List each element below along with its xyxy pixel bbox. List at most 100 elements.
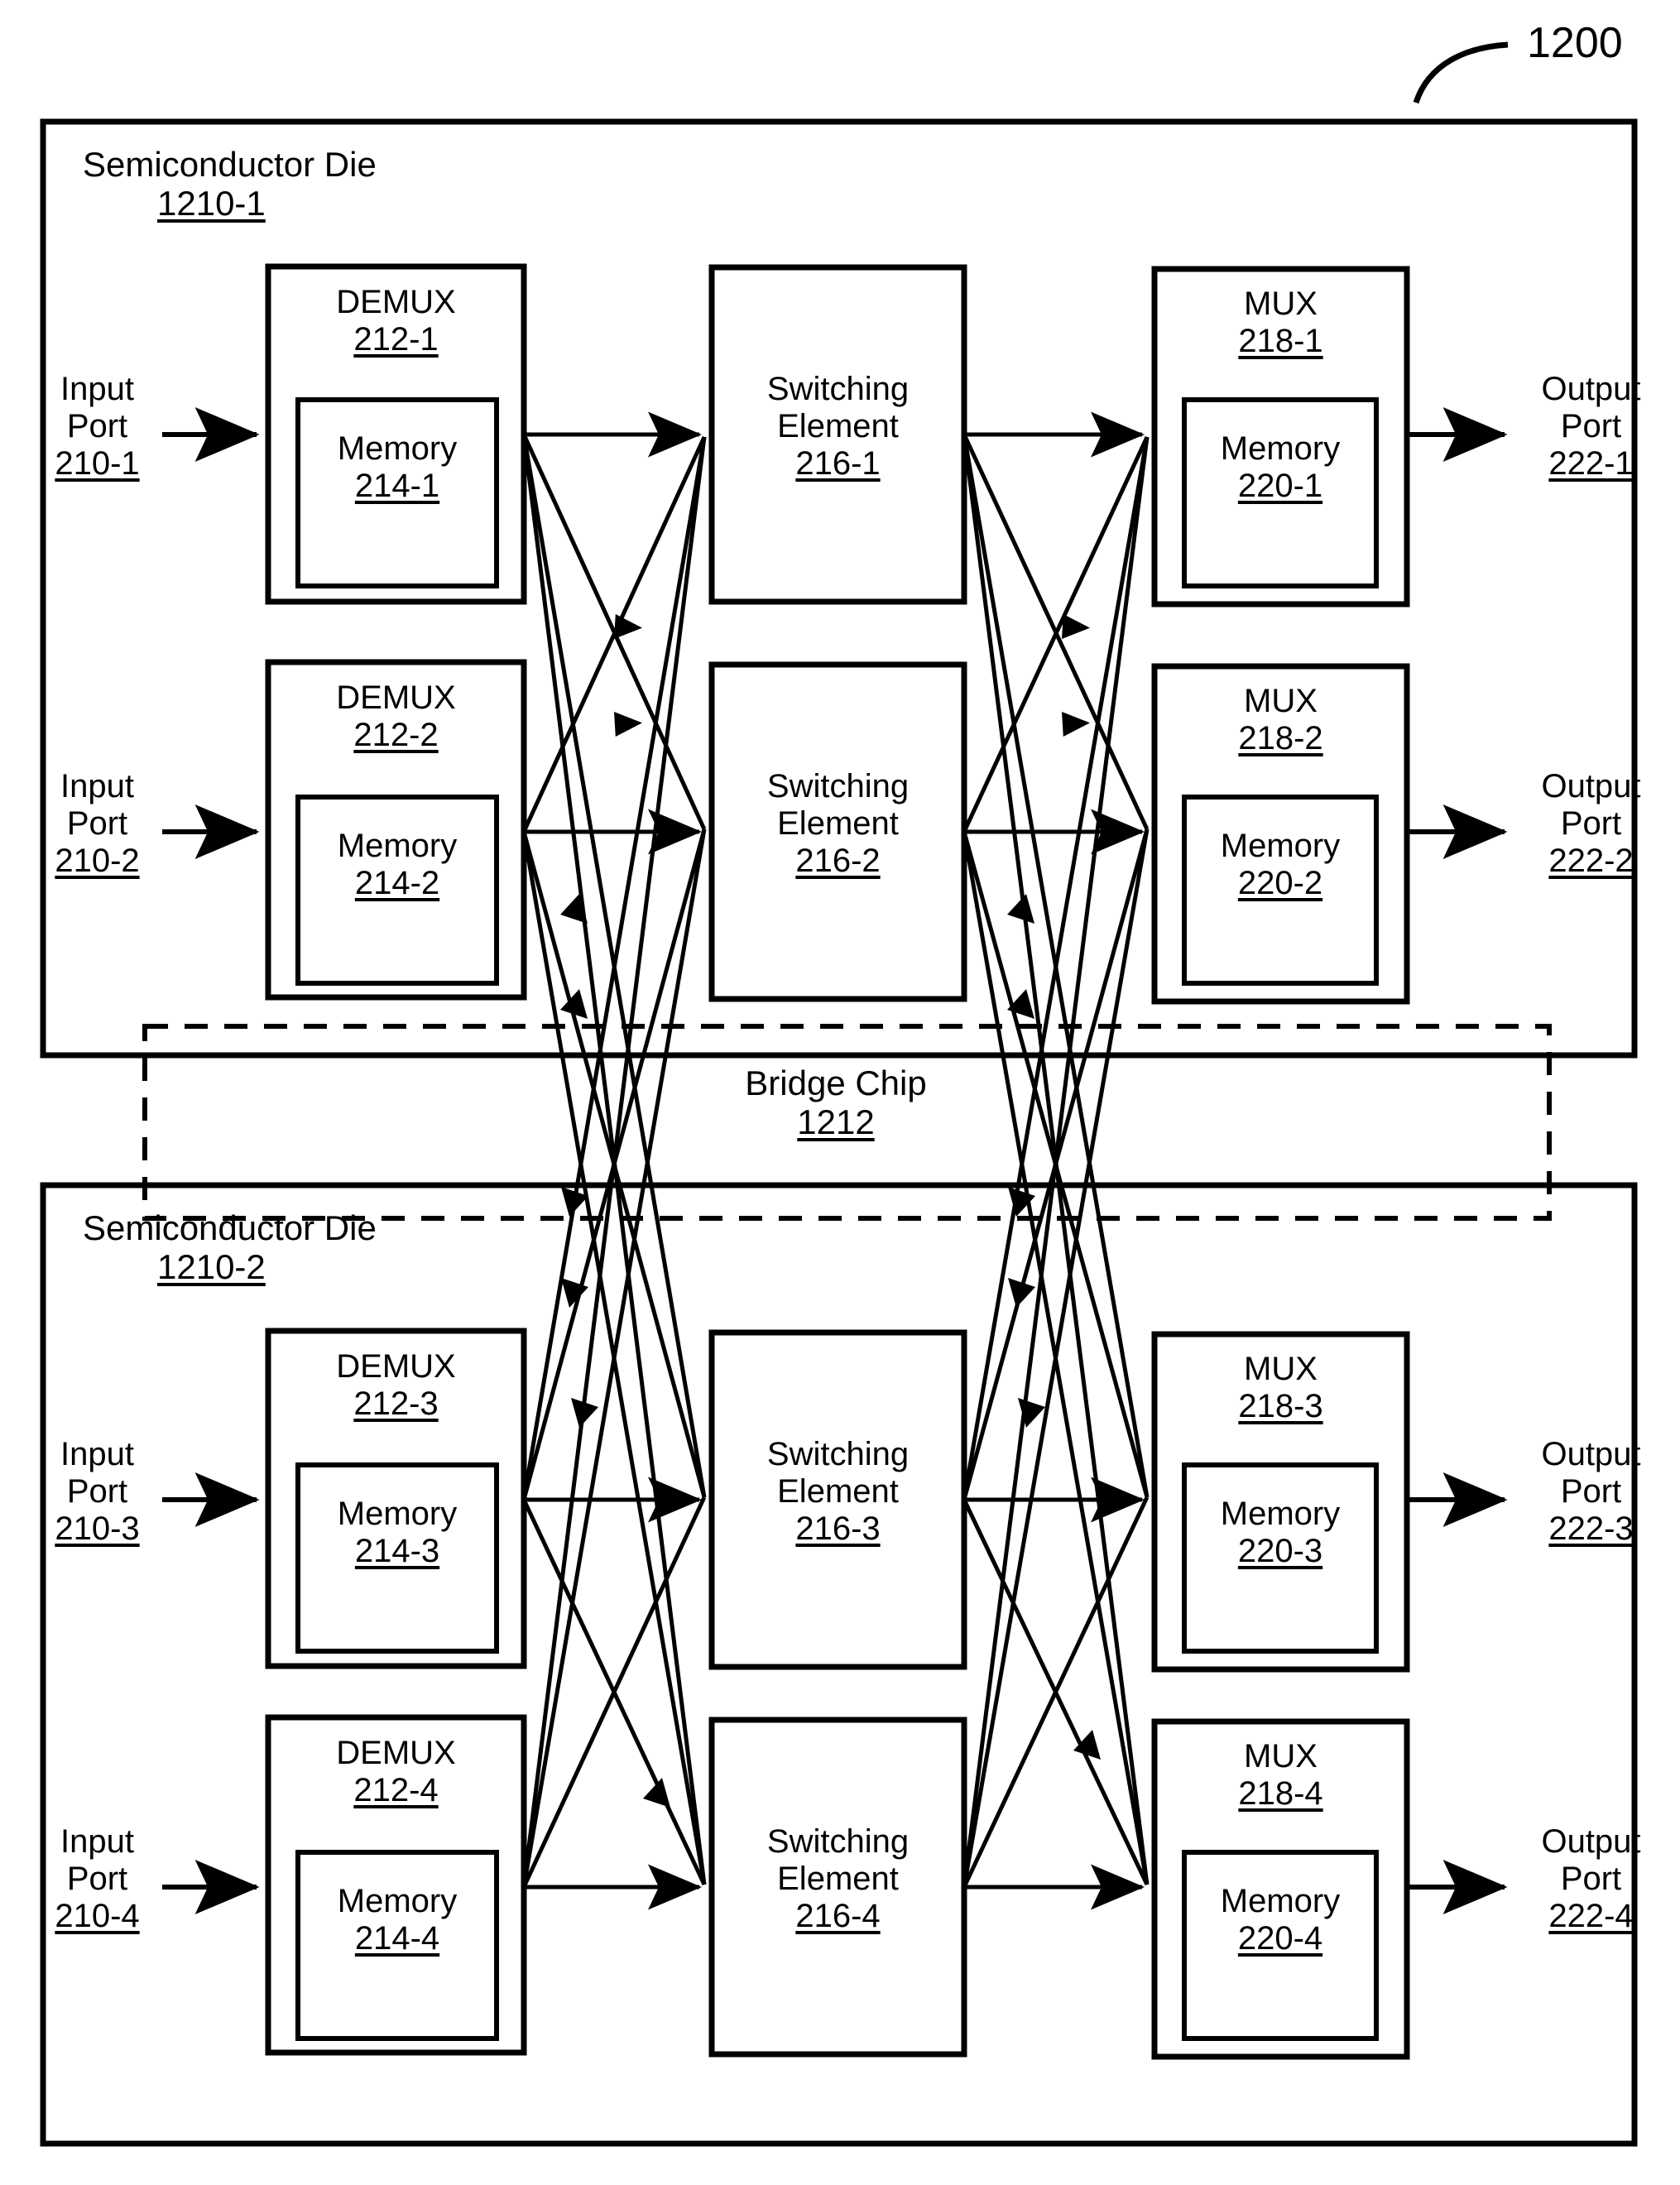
output-port-3-line1: Output (1541, 1436, 1641, 1472)
die-1-ref: 1210-1 (157, 184, 266, 223)
patent-figure-page: 1200 Semiconductor Die 1210-1 Semiconduc… (0, 0, 1680, 2185)
switching-element-1-ref: 216-1 (795, 444, 881, 482)
mux-memory-3: Memory 220-3 (1184, 1496, 1376, 1570)
switching-element-1-line1: Switching (766, 371, 910, 407)
mux-memory-1: Memory 220-1 (1184, 430, 1376, 505)
input-port-4: Input Port 210-4 (29, 1823, 166, 1934)
figure-number: 1200 (1527, 19, 1623, 67)
switching-element-4-ref: 216-4 (795, 1897, 881, 1934)
demux-memory-2: Memory 214-2 (298, 828, 497, 902)
die-1-frame (40, 118, 1638, 1059)
demux-4-ref: 212-4 (353, 1771, 439, 1808)
switching-element-3: Switching Element 216-3 (712, 1436, 964, 1547)
demux-3: DEMUX 212-3 (268, 1348, 524, 1423)
demux-memory-1-title: Memory (337, 430, 458, 467)
bridge-chip-title: Bridge Chip (745, 1064, 927, 1102)
input-port-3-line1: Input (60, 1436, 134, 1472)
output-port-3-line2: Port (1560, 1472, 1622, 1510)
input-port-3: Input Port 210-3 (29, 1436, 166, 1547)
switching-element-2-line2: Element (777, 804, 899, 842)
demux-memory-4-title: Memory (337, 1883, 458, 1919)
demux-memory-4-ref: 214-4 (354, 1919, 440, 1957)
output-port-4-line1: Output (1541, 1823, 1641, 1860)
output-port-1-line2: Port (1560, 407, 1622, 444)
switching-element-1-line2: Element (777, 407, 899, 444)
mux-memory-1-title: Memory (1220, 430, 1341, 467)
die-2-title: Semiconductor Die (83, 1208, 377, 1247)
mux-3-title: MUX (1244, 1351, 1318, 1387)
demux-memory-3-title: Memory (337, 1496, 458, 1532)
switching-element-4-line1: Switching (766, 1823, 910, 1860)
demux-2-title: DEMUX (336, 680, 456, 716)
switching-element-4: Switching Element 216-4 (712, 1823, 964, 1934)
mux-1-ref: 218-1 (1238, 322, 1323, 359)
demux-to-switching-links (521, 411, 707, 1910)
mux-4-ref: 218-4 (1238, 1774, 1323, 1812)
die-2-ref: 1210-2 (157, 1247, 266, 1287)
input-port-4-line1: Input (60, 1823, 134, 1860)
demux-2: DEMUX 212-2 (268, 680, 524, 754)
input-port-4-line2: Port (66, 1860, 128, 1897)
demux-memory-1: Memory 214-1 (298, 430, 497, 505)
mux-memory-1-ref: 220-1 (1237, 467, 1323, 504)
output-port-1: Output Port 222-1 (1514, 371, 1668, 482)
bridge-chip-ref: 1212 (797, 1102, 875, 1142)
demux-memory-1-ref: 214-1 (354, 467, 440, 504)
mux-memory-2: Memory 220-2 (1184, 828, 1376, 902)
output-port-4-ref: 222-4 (1548, 1897, 1634, 1934)
input-port-2: Input Port 210-2 (29, 768, 166, 879)
mux-3-ref: 218-3 (1238, 1387, 1323, 1424)
demux-4-title: DEMUX (336, 1735, 456, 1771)
demux-memory-4: Memory 214-4 (298, 1883, 497, 1957)
input-port-2-line2: Port (66, 804, 128, 842)
input-port-1: Input Port 210-1 (29, 371, 166, 482)
demux-memory-3: Memory 214-3 (298, 1496, 497, 1570)
demux-1: DEMUX 212-1 (268, 284, 524, 358)
demux-memory-2-title: Memory (337, 828, 458, 864)
output-port-3: Output Port 222-3 (1514, 1436, 1668, 1547)
mux-memory-3-ref: 220-3 (1237, 1532, 1323, 1569)
switching-element-4-line2: Element (777, 1860, 899, 1897)
demux-3-title: DEMUX (336, 1348, 456, 1385)
die-1-label: Semiconductor Die 1210-1 (83, 145, 377, 223)
input-port-3-line2: Port (66, 1472, 128, 1510)
mux-memory-4-ref: 220-4 (1237, 1919, 1323, 1957)
switching-element-1: Switching Element 216-1 (712, 371, 964, 482)
demux-memory-2-ref: 214-2 (354, 864, 440, 901)
output-port-2-line2: Port (1560, 804, 1622, 842)
input-port-4-ref: 210-4 (55, 1897, 140, 1934)
mux-4-title: MUX (1244, 1738, 1318, 1774)
mux-memory-4: Memory 220-4 (1184, 1883, 1376, 1957)
figure-leader-line (1413, 41, 1509, 104)
mux-memory-2-title: Memory (1220, 828, 1341, 864)
input-port-1-line1: Input (60, 371, 134, 407)
output-port-2-ref: 222-2 (1548, 842, 1634, 879)
switching-element-3-line2: Element (777, 1472, 899, 1510)
die-1-title: Semiconductor Die (83, 145, 377, 184)
output-port-2: Output Port 222-2 (1514, 768, 1668, 879)
output-port-2-line1: Output (1541, 768, 1641, 804)
switching-element-3-ref: 216-3 (795, 1510, 881, 1547)
mux-memory-3-title: Memory (1220, 1496, 1341, 1532)
mux-2: MUX 218-2 (1154, 683, 1407, 757)
demux-1-title: DEMUX (336, 284, 456, 320)
input-port-3-ref: 210-3 (55, 1510, 140, 1547)
mux-memory-2-ref: 220-2 (1237, 864, 1323, 901)
switching-element-2: Switching Element 216-2 (712, 768, 964, 879)
demux-4: DEMUX 212-4 (268, 1735, 524, 1809)
input-port-2-line1: Input (60, 768, 134, 804)
demux-2-ref: 212-2 (353, 716, 439, 753)
switching-to-mux-links (962, 411, 1150, 1910)
output-port-3-ref: 222-3 (1548, 1510, 1634, 1547)
output-port-1-ref: 222-1 (1548, 444, 1634, 482)
input-port-1-ref: 210-1 (55, 444, 140, 482)
demux-memory-3-ref: 214-3 (354, 1532, 440, 1569)
mux-1-title: MUX (1244, 286, 1318, 322)
switching-element-2-line1: Switching (766, 768, 910, 804)
output-port-4: Output Port 222-4 (1514, 1823, 1668, 1934)
mux-3: MUX 218-3 (1154, 1351, 1407, 1425)
input-port-2-ref: 210-2 (55, 842, 140, 879)
mux-4: MUX 218-4 (1154, 1738, 1407, 1813)
switching-element-3-line1: Switching (766, 1436, 910, 1472)
bridge-chip-label: Bridge Chip 1212 (712, 1064, 960, 1141)
